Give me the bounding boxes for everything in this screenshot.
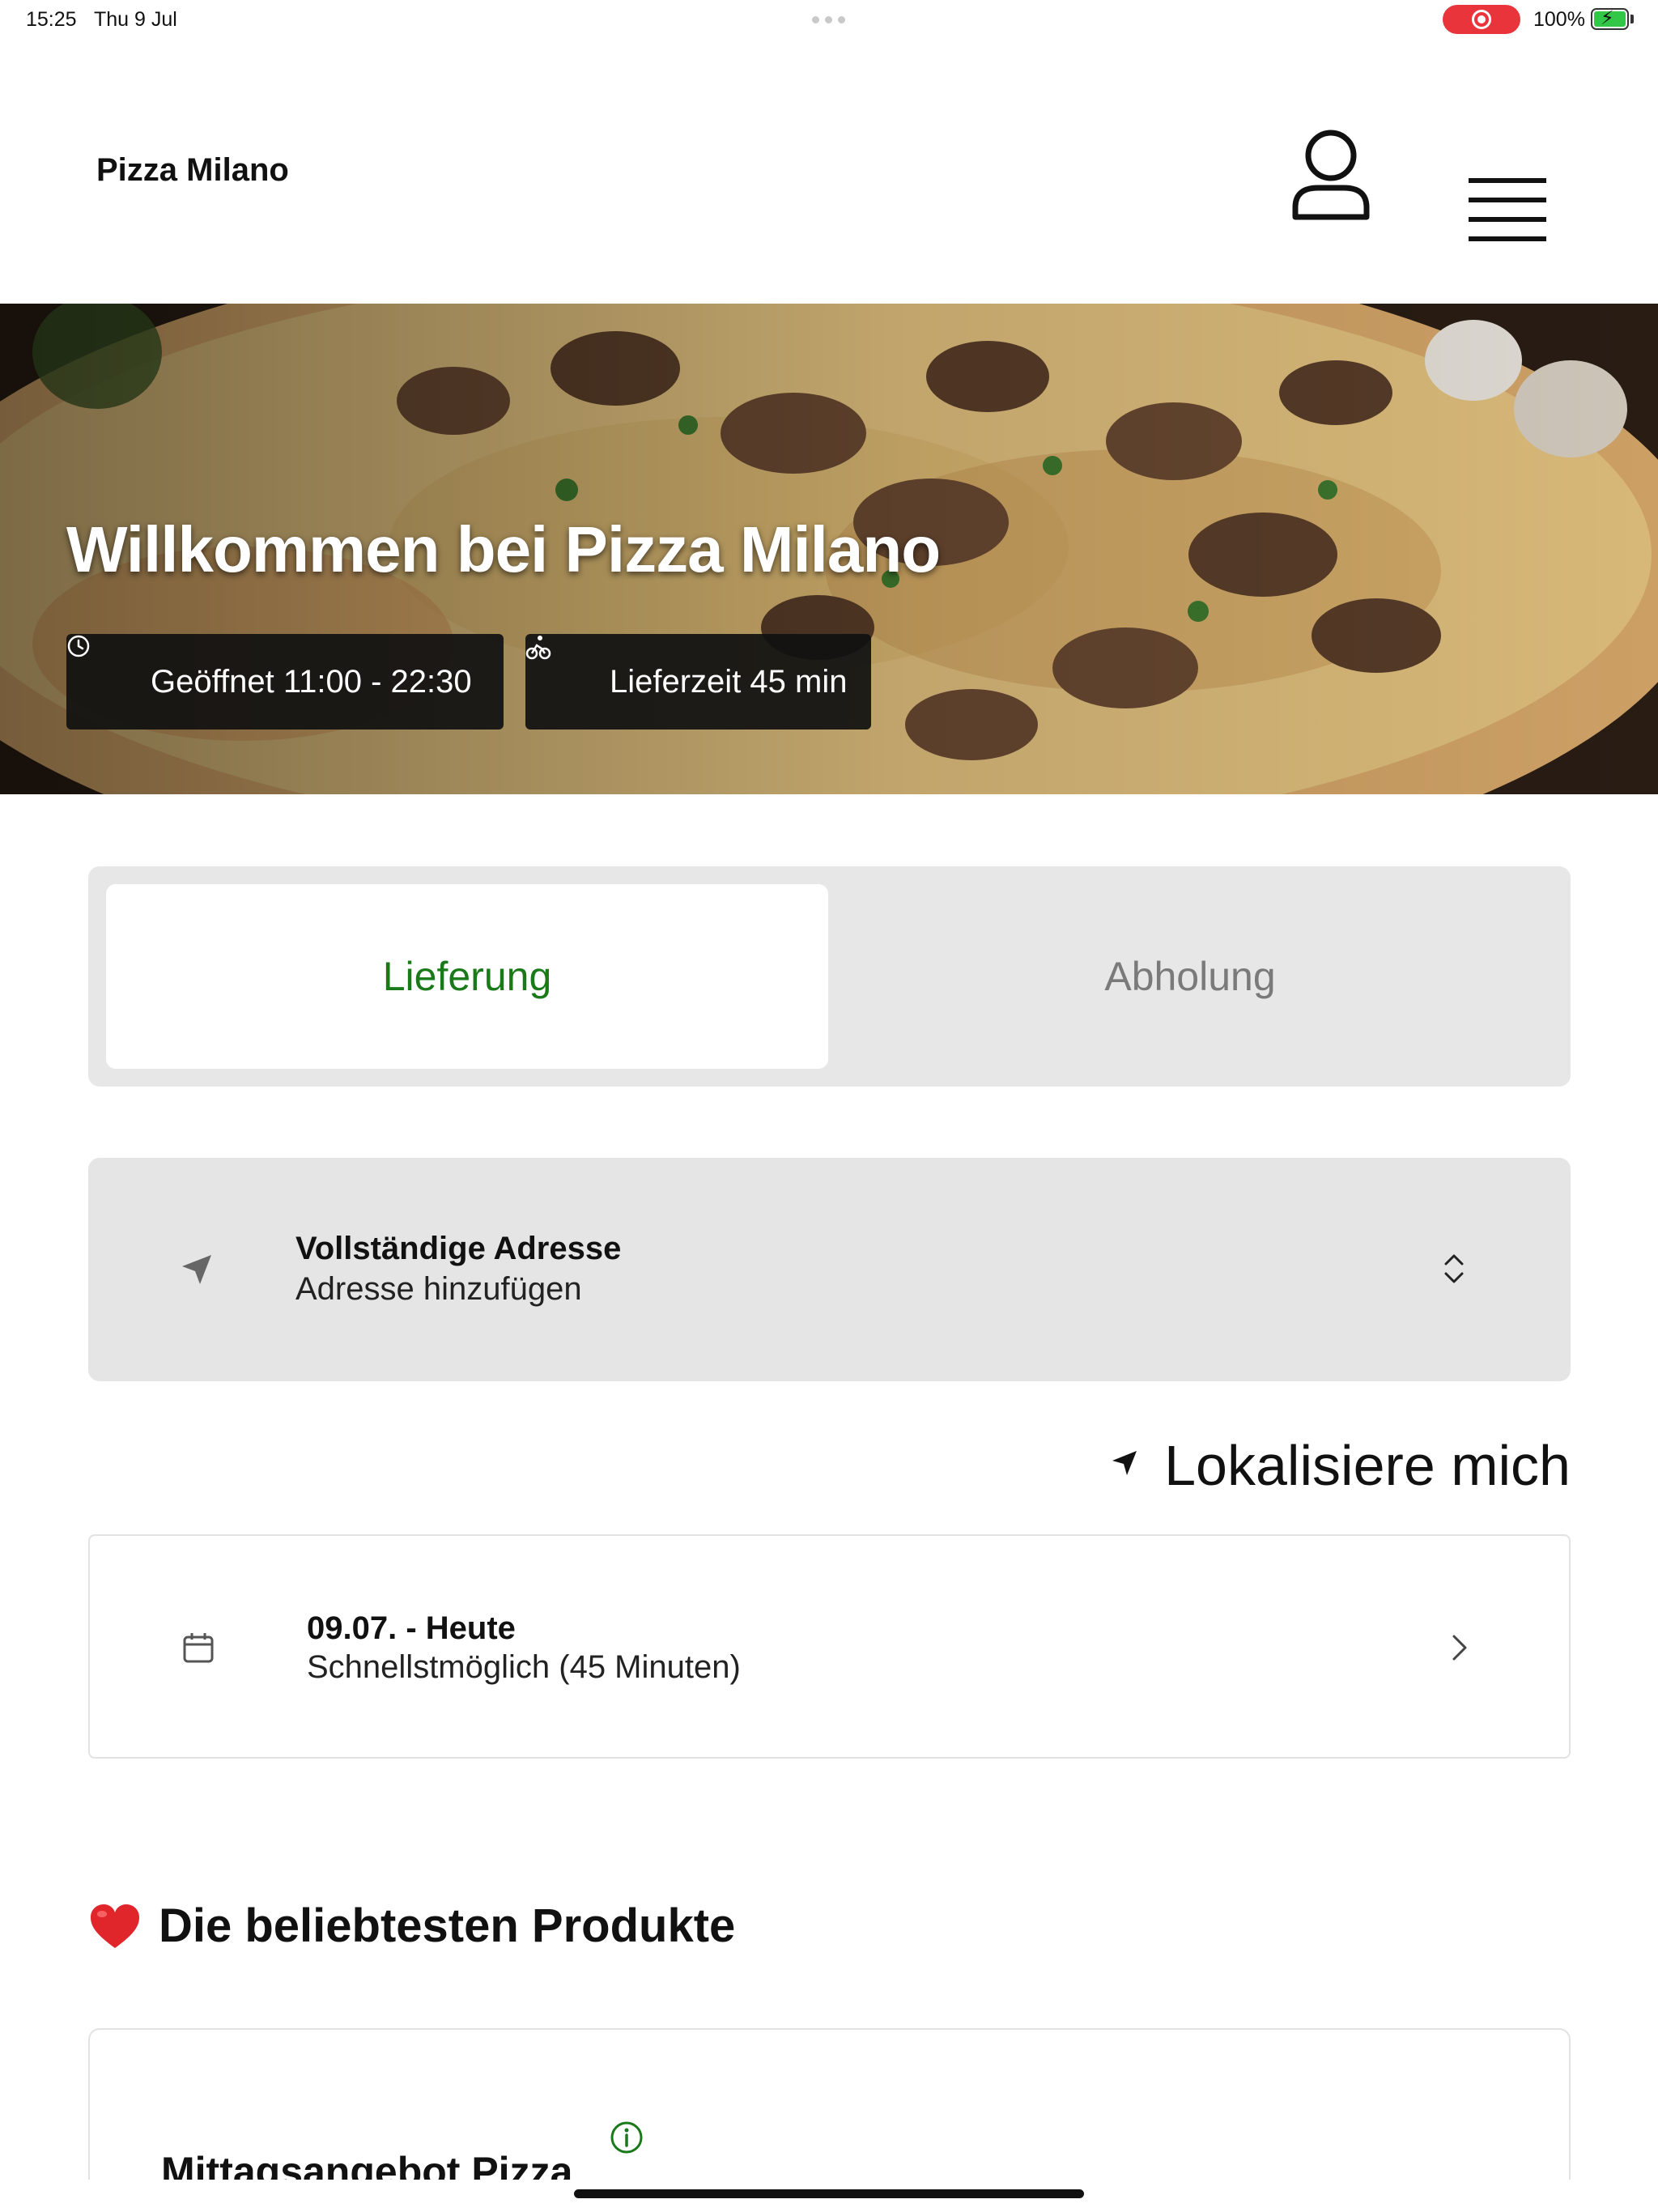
navigation-arrow-icon (179, 1252, 215, 1287)
delivery-time-selector[interactable]: 09.07. - Heute Schnellstmöglich (45 Minu… (88, 1534, 1571, 1759)
battery-tip (1630, 15, 1634, 23)
tab-pickup[interactable]: Abholung (829, 884, 1551, 1069)
opening-hours-label: Geöffnet 11:00 - 22:30 (151, 663, 472, 700)
hamburger-menu-icon[interactable] (1465, 175, 1546, 245)
address-placeholder: Adresse hinzufügen (295, 1271, 582, 1307)
multitasking-dots-icon[interactable] (812, 16, 845, 23)
hero-banner: Willkommen bei Pizza Milano Geöffnet 11:… (0, 304, 1658, 794)
hero-title: Willkommen bei Pizza Milano (66, 513, 941, 585)
screen-recording-icon[interactable] (1443, 5, 1520, 34)
delivery-time-label: Lieferzeit 45 min (610, 663, 848, 700)
locate-me-label: Lokalisiere mich (1164, 1434, 1571, 1497)
user-icon[interactable] (1289, 126, 1373, 223)
status-date: Thu 9 Jul (94, 8, 177, 31)
home-indicator[interactable] (574, 2189, 1084, 2198)
address-selector[interactable]: Vollständige Adresse Adresse hinzufügen (88, 1158, 1571, 1381)
status-time: 15:25 (26, 8, 77, 31)
battery-icon: ⚡ (1591, 8, 1629, 30)
popular-products-title: Die beliebtesten Produkte (159, 1899, 736, 1952)
chevron-right-icon (1450, 1631, 1469, 1664)
address-title: Vollständige Adresse (295, 1231, 622, 1266)
tab-delivery[interactable]: Lieferung (106, 884, 828, 1069)
brand-name[interactable]: Pizza Milano (96, 152, 289, 189)
order-mode-switch: Lieferung Abholung (88, 866, 1571, 1087)
popular-products-heading: Die beliebtesten Produkte (89, 1899, 735, 1953)
opening-hours-badge: Geöffnet 11:00 - 22:30 (66, 634, 504, 730)
chevron-up-down-icon (1443, 1251, 1465, 1287)
cyclist-icon (525, 636, 585, 696)
clock-icon (67, 635, 126, 696)
heart-icon (89, 1903, 141, 1950)
info-icon[interactable] (610, 2121, 644, 2155)
locate-me-button[interactable]: Lokalisiere mich (1109, 1425, 1571, 1498)
delivery-time-badge: Lieferzeit 45 min (525, 634, 871, 730)
app-header: Pizza Milano (0, 40, 1658, 304)
delivery-time-option: Schnellstmöglich (45 Minuten) (307, 1649, 741, 1685)
calendar-icon (182, 1631, 215, 1664)
delivery-date: 09.07. - Heute (307, 1610, 516, 1646)
battery-percentage: 100% (1533, 8, 1585, 31)
location-arrow-icon (1109, 1446, 1141, 1478)
status-bar: 15:25 Thu 9 Jul 100% ⚡ (0, 0, 1658, 40)
